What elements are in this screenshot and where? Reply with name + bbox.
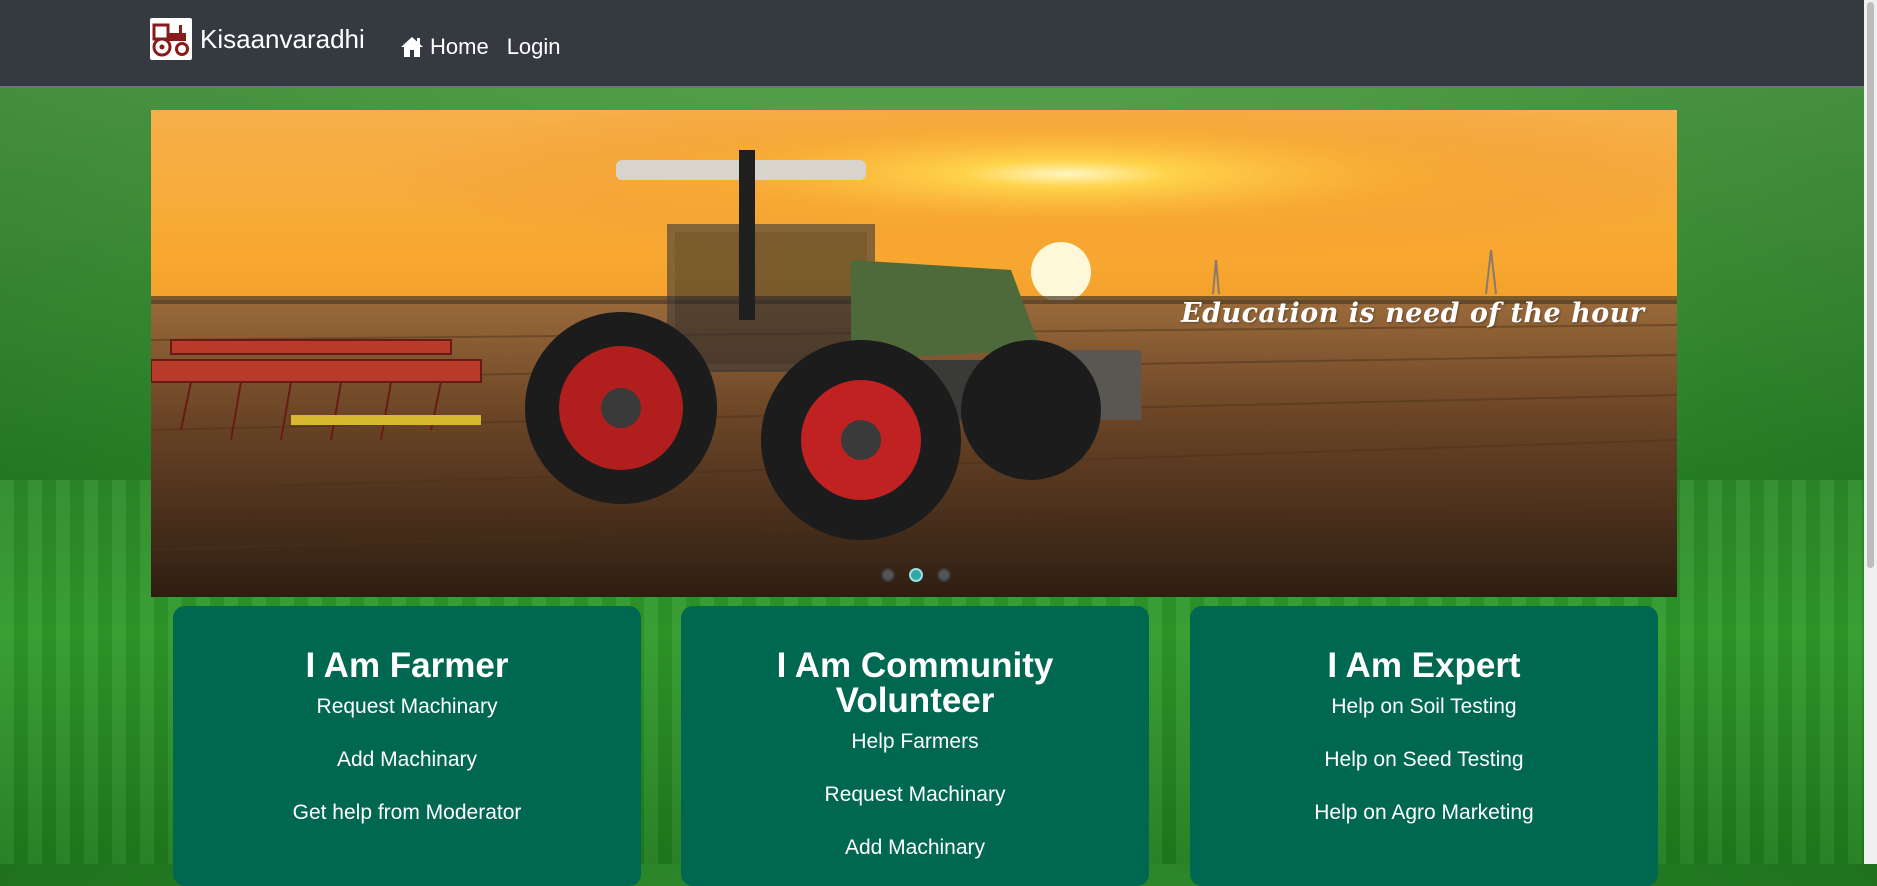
brand-name: Kisaanvaradhi — [200, 23, 365, 54]
farmer-link-get-help[interactable]: Get help from Moderator — [173, 801, 641, 825]
brand-link[interactable]: Kisaanvaradhi — [150, 18, 365, 60]
carousel-caption: Education is need of the hour — [1181, 298, 1645, 329]
page-scrollbar[interactable] — [1864, 0, 1877, 864]
volunteer-link-add-machinary[interactable]: Add Machinary — [681, 836, 1149, 860]
carousel-indicator-2[interactable] — [909, 568, 923, 582]
nav-login-label: Login — [506, 34, 561, 59]
carousel-slide-image — [151, 110, 1677, 597]
scrollbar-thumb[interactable] — [1867, 2, 1874, 568]
nav-home-label: Home — [430, 34, 489, 59]
expert-card: I Am Expert Help on Soil Testing Help on… — [1190, 606, 1658, 886]
expert-link-soil-testing[interactable]: Help on Soil Testing — [1190, 695, 1658, 719]
carousel-indicators — [881, 568, 951, 582]
navbar: Kisaanvaradhi Home Login — [0, 0, 1864, 88]
nav-login[interactable]: Login — [507, 34, 561, 60]
volunteer-link-help-farmers[interactable]: Help Farmers — [681, 730, 1149, 754]
hero-carousel[interactable]: Education is need of the hour — [151, 110, 1677, 597]
farmer-link-add-machinary[interactable]: Add Machinary — [173, 748, 641, 772]
farmer-card-title: I Am Farmer — [305, 646, 509, 685]
expert-link-seed-testing[interactable]: Help on Seed Testing — [1190, 748, 1658, 772]
nav-links: Home Login — [400, 34, 561, 60]
home-icon — [401, 37, 423, 57]
carousel-indicator-3[interactable] — [937, 568, 951, 582]
carousel-indicator-1[interactable] — [881, 568, 895, 582]
tractor-logo-icon — [150, 18, 192, 60]
farmer-card: I Am Farmer Request Machinary Add Machin… — [173, 606, 641, 886]
expert-card-title: I Am Expert — [1327, 646, 1521, 685]
volunteer-card-title: I Am Community Volunteer — [776, 646, 1054, 720]
expert-link-agro-marketing[interactable]: Help on Agro Marketing — [1190, 801, 1658, 825]
nav-home[interactable]: Home — [400, 34, 489, 60]
volunteer-link-request-machinary[interactable]: Request Machinary — [681, 783, 1149, 807]
farmer-link-request-machinary[interactable]: Request Machinary — [173, 695, 641, 719]
volunteer-card: I Am Community Volunteer Help Farmers Re… — [681, 606, 1149, 886]
